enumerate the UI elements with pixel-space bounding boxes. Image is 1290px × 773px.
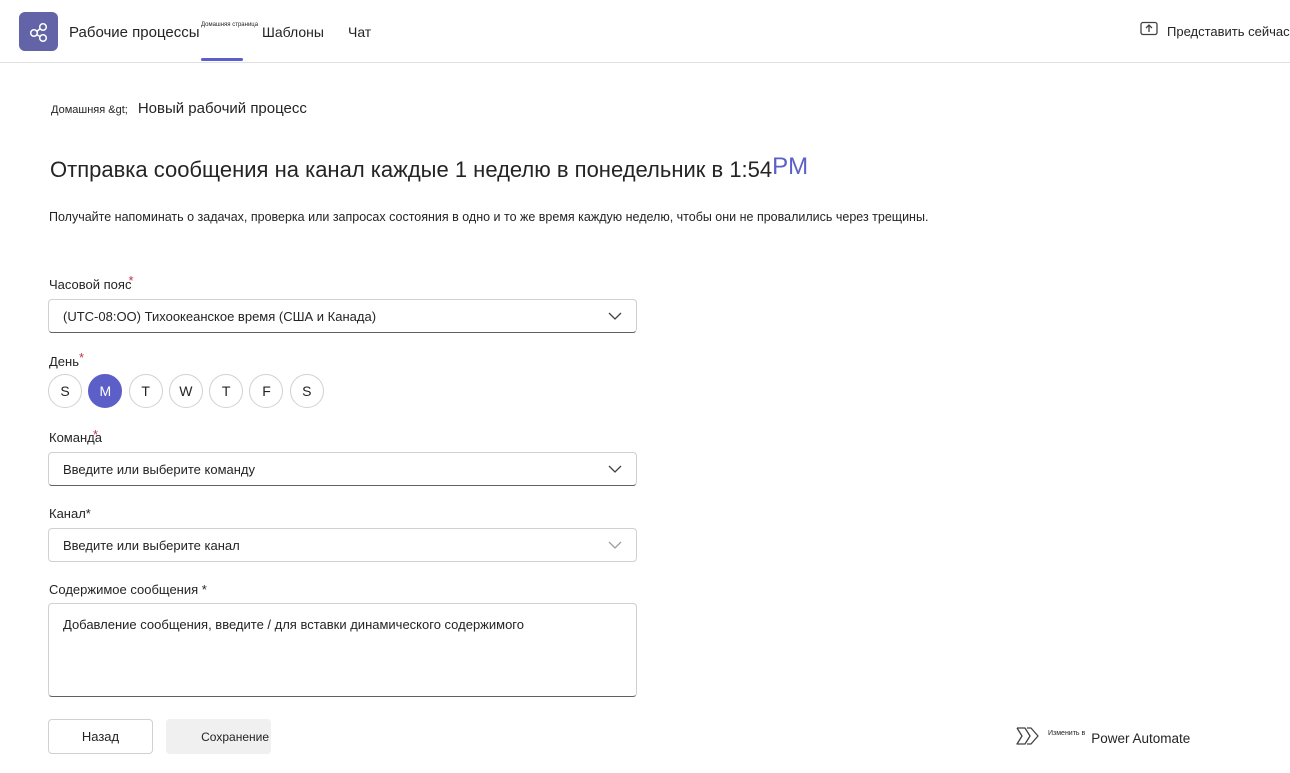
- day-tuesday[interactable]: T: [128, 374, 163, 408]
- save-button[interactable]: Сохранение: [166, 719, 271, 754]
- power-automate-icon: [1016, 726, 1040, 751]
- edit-in-label: Изменить в: [1048, 730, 1086, 737]
- page-title-main: Отправка сообщения на канал каждые 1 нед…: [50, 157, 773, 182]
- day-thursday[interactable]: T: [209, 374, 244, 408]
- day-picker: S M T W T F S: [48, 374, 330, 408]
- page-title-suffix: PM: [772, 153, 809, 180]
- tab-home-label: Домашняя страница: [201, 22, 259, 28]
- team-label: Команда*: [49, 427, 107, 445]
- timezone-select[interactable]: (UTC-08:OO) Тихоокеанское время (США и К…: [48, 299, 637, 333]
- day-saturday[interactable]: S: [289, 374, 324, 408]
- breadcrumb: Домашняя &gt; Новый рабочий процесс: [51, 100, 307, 117]
- team-select[interactable]: Введите или выберите команду: [48, 452, 637, 486]
- present-now-label: Представить сейчас: [1167, 24, 1290, 39]
- chevron-down-icon: [608, 462, 622, 481]
- app-header: Рабочие процессы Домашняя страница Шабло…: [0, 0, 1290, 63]
- channel-label: Канал*: [49, 506, 91, 521]
- power-automate-label: Power Automate: [1091, 731, 1191, 746]
- timezone-label: Часовой пояс*: [49, 273, 137, 292]
- timezone-label-text: Часовой пояс: [49, 277, 132, 292]
- active-tab-indicator: [201, 58, 243, 61]
- chevron-down-icon: [608, 538, 622, 557]
- day-label: День*: [49, 350, 84, 369]
- breadcrumb-home[interactable]: Домашняя &gt;: [51, 104, 128, 116]
- day-monday[interactable]: M: [88, 374, 123, 408]
- present-now-button[interactable]: Представить сейчас: [1140, 21, 1290, 42]
- tab-home[interactable]: Домашняя страница: [201, 0, 258, 62]
- channel-placeholder: Введите или выберите канал: [63, 537, 240, 553]
- required-mark: *: [128, 273, 134, 288]
- workflow-icon[interactable]: [19, 12, 58, 51]
- message-label: Содержимое сообщения *: [49, 582, 207, 597]
- tab-templates[interactable]: Шаблоны: [262, 24, 324, 40]
- required-mark: *: [79, 350, 85, 365]
- message-input[interactable]: Добавление сообщения, введите / для вста…: [48, 603, 637, 697]
- tab-chat[interactable]: Чат: [348, 24, 371, 40]
- breadcrumb-current: Новый рабочий процесс: [137, 100, 307, 117]
- channel-select[interactable]: Введите или выберите канал: [48, 528, 637, 562]
- edit-in-power-automate-link[interactable]: Изменить в Power Automate: [1016, 726, 1190, 751]
- day-wednesday[interactable]: W: [168, 374, 203, 408]
- day-sunday[interactable]: S: [48, 374, 82, 408]
- app-title: Рабочие процессы: [69, 24, 200, 41]
- page-description: Получайте напоминать о задачах, проверка…: [49, 210, 929, 224]
- day-label-text: День: [49, 354, 79, 369]
- required-mark: *: [92, 427, 99, 442]
- day-friday[interactable]: F: [249, 374, 284, 408]
- back-button[interactable]: Назад: [48, 719, 153, 754]
- team-placeholder: Введите или выберите команду: [63, 461, 256, 477]
- page-title: Отправка сообщения на канал каждые 1 нед…: [50, 153, 809, 184]
- timezone-value: (UTC-08:OO) Тихоокеанское время (США и К…: [63, 308, 377, 324]
- share-screen-icon: [1140, 21, 1158, 42]
- chevron-down-icon: [608, 309, 622, 328]
